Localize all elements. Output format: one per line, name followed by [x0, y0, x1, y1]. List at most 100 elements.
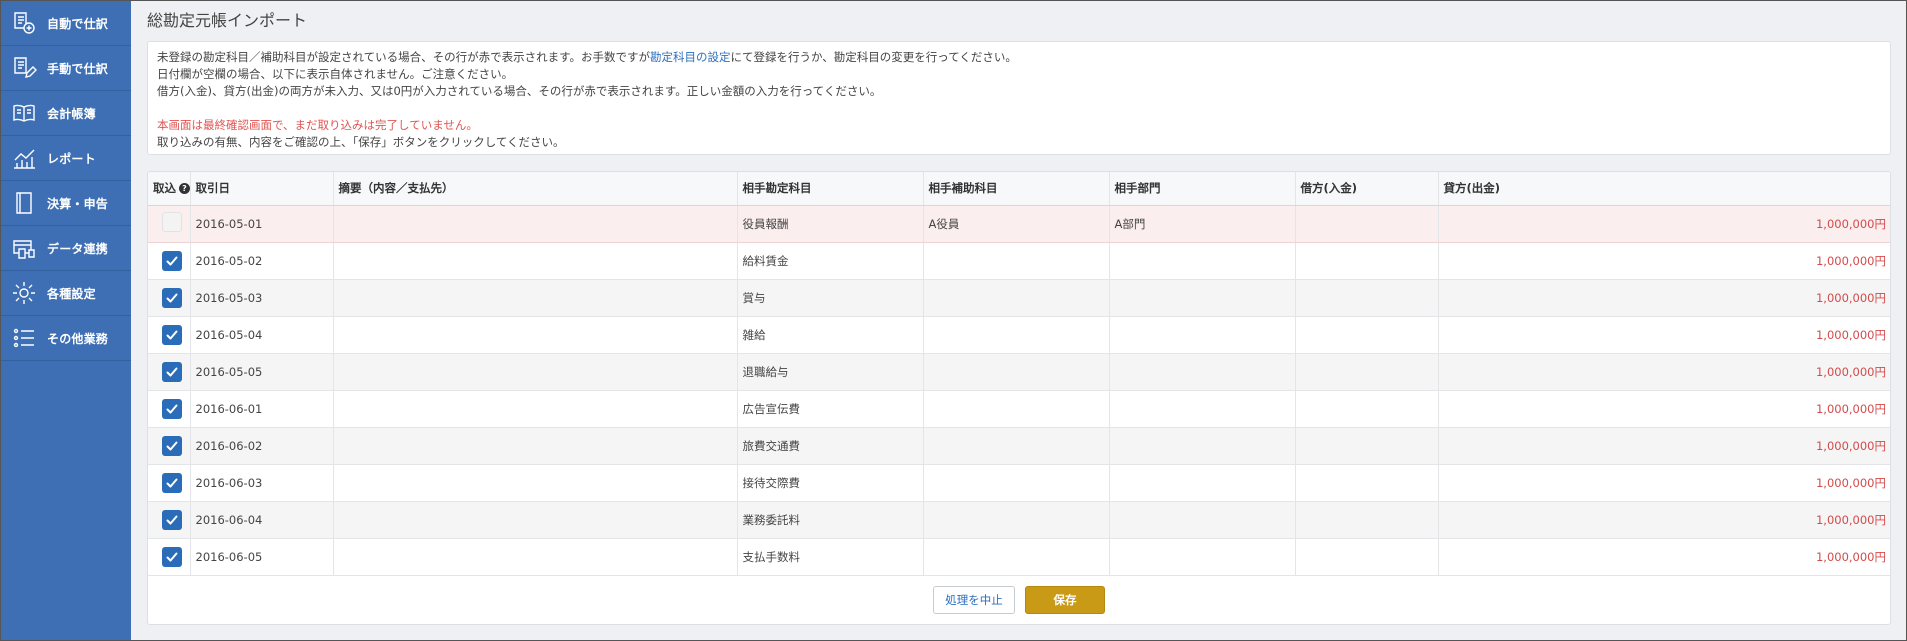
header-subaccount: 相手補助科目	[923, 172, 1110, 206]
cell-subaccount	[923, 464, 1110, 502]
cell-credit: 1,000,000円	[1438, 353, 1890, 391]
header-date: 取引日	[190, 172, 334, 206]
import-table: 取込? 取引日 摘要（内容／支払先） 相手勘定科目 相手補助科目 相手部門 借方…	[148, 172, 1890, 576]
sidebar-item-settlement[interactable]: 決算・申告	[1, 181, 131, 226]
cell-account: 雑給	[737, 316, 924, 354]
cell-debit	[1295, 205, 1439, 243]
sidebar-item-auto-journal[interactable]: 自動で仕訳	[1, 1, 131, 46]
import-checkbox[interactable]	[162, 287, 182, 308]
cell-date: 2016-05-05	[190, 353, 334, 391]
table-row: 2016-05-01 役員報酬 A役員 A部門 1,000,000円	[148, 205, 1890, 243]
cell-credit: 1,000,000円	[1438, 390, 1890, 428]
cell-account: 旅費交通費	[737, 427, 924, 465]
cell-department	[1109, 279, 1296, 317]
check-icon	[166, 515, 178, 524]
import-checkbox[interactable]	[162, 398, 182, 419]
help-icon[interactable]: ?	[179, 183, 190, 195]
import-checkbox[interactable]	[162, 212, 182, 232]
import-checkbox[interactable]	[162, 361, 182, 382]
cell-summary	[333, 464, 738, 502]
cell-debit	[1295, 316, 1439, 354]
cell-summary	[333, 279, 738, 317]
cell-department	[1109, 538, 1296, 576]
sidebar-item-manual-journal[interactable]: 手動で仕訳	[1, 46, 131, 91]
document-icon	[16, 192, 32, 214]
cell-date: 2016-06-04	[190, 501, 334, 539]
table-row: 2016-06-02 旅費交通費 1,000,000円	[148, 427, 1890, 465]
sidebar-item-report[interactable]: レポート	[1, 136, 131, 181]
import-checkbox[interactable]	[162, 435, 182, 456]
import-checkbox[interactable]	[162, 250, 182, 271]
import-table-panel: 取込? 取引日 摘要（内容／支払先） 相手勘定科目 相手補助科目 相手部門 借方…	[147, 171, 1891, 625]
cell-account: 給料賃金	[737, 242, 924, 280]
cell-date: 2016-05-04	[190, 316, 334, 354]
notice-text: 未登録の勘定科目／補助科目が設定されている場合、その行が赤で表示されます。お手数…	[157, 50, 650, 64]
cell-subaccount	[923, 427, 1110, 465]
sidebar-item-settings[interactable]: 各種設定	[1, 271, 131, 316]
cell-credit: 1,000,000円	[1438, 279, 1890, 317]
header-debit: 借方(入金)	[1295, 172, 1439, 206]
cell-credit: 1,000,000円	[1438, 538, 1890, 576]
cell-account: 広告宣伝費	[737, 390, 924, 428]
check-icon	[166, 552, 178, 561]
table-row: 2016-05-05 退職給与 1,000,000円	[148, 353, 1890, 391]
auto-journal-icon	[14, 12, 35, 34]
table-row: 2016-06-05 支払手数料 1,000,000円	[148, 538, 1890, 576]
header-credit: 貸方(出金)	[1438, 172, 1890, 206]
cell-debit	[1295, 279, 1439, 317]
import-checkbox[interactable]	[162, 546, 182, 567]
cell-subaccount	[923, 501, 1110, 539]
cell-summary	[333, 353, 738, 391]
chart-icon	[14, 149, 35, 169]
import-checkbox[interactable]	[162, 472, 182, 493]
cell-date: 2016-06-02	[190, 427, 334, 465]
import-checkbox[interactable]	[162, 509, 182, 530]
sidebar-item-label: データ連携	[47, 241, 109, 256]
sidebar-item-other[interactable]: その他業務	[1, 316, 131, 361]
cell-account: 賞与	[737, 279, 924, 317]
check-icon	[166, 256, 178, 265]
cell-credit: 1,000,000円	[1438, 501, 1890, 539]
import-cell	[148, 353, 191, 391]
cell-department	[1109, 501, 1296, 539]
cancel-button[interactable]: 処理を中止	[933, 586, 1015, 614]
sidebar: 自動で仕訳 手動で仕訳 会計帳簿 レポート 決算・申告 データ連携 各種設定 そ…	[1, 1, 131, 640]
cell-department	[1109, 390, 1296, 428]
cell-summary	[333, 390, 738, 428]
cell-subaccount	[923, 353, 1110, 391]
sidebar-item-label: 決算・申告	[47, 196, 109, 211]
sidebar-item-label: その他業務	[47, 331, 109, 346]
sidebar-item-label: 会計帳簿	[47, 106, 96, 121]
cell-summary	[333, 538, 738, 576]
form-actions: 処理を中止 保存	[148, 576, 1890, 624]
cell-subaccount	[923, 242, 1110, 280]
cell-account: 支払手数料	[737, 538, 924, 576]
cell-credit: 1,000,000円	[1438, 242, 1890, 280]
sidebar-item-data-link[interactable]: データ連携	[1, 226, 131, 271]
cell-subaccount	[923, 390, 1110, 428]
check-icon	[166, 367, 178, 376]
cell-department	[1109, 427, 1296, 465]
notice-warning: 本画面は最終確認画面で、まだ取り込みは完了していません。	[157, 118, 478, 132]
account-settings-link[interactable]: 勘定科目の設定	[650, 50, 731, 64]
table-row: 2016-05-03 賞与 1,000,000円	[148, 279, 1890, 317]
table-row: 2016-06-04 業務委託料 1,000,000円	[148, 501, 1890, 539]
notice-instruction: 取り込みの有無、内容をご確認の上、「保存」ボタンをクリックしてください。	[157, 135, 565, 149]
cell-date: 2016-05-03	[190, 279, 334, 317]
notice-line-2: 日付欄が空欄の場合、以下に表示自体されません。ご注意ください。	[157, 67, 514, 81]
cell-summary	[333, 427, 738, 465]
cell-date: 2016-05-02	[190, 242, 334, 280]
table-row: 2016-05-02 給料賃金 1,000,000円	[148, 242, 1890, 280]
check-icon	[166, 404, 178, 413]
table-row: 2016-06-01 広告宣伝費 1,000,000円	[148, 390, 1890, 428]
import-checkbox[interactable]	[162, 324, 182, 345]
page-title: 総勘定元帳インポート	[147, 11, 308, 30]
sidebar-item-books[interactable]: 会計帳簿	[1, 91, 131, 136]
cell-debit	[1295, 501, 1439, 539]
import-cell	[148, 538, 191, 576]
main-content: 総勘定元帳インポート 未登録の勘定科目／補助科目が設定されている場合、その行が赤…	[131, 1, 1906, 640]
cell-debit	[1295, 538, 1439, 576]
list-icon	[13, 328, 34, 348]
save-button[interactable]: 保存	[1025, 586, 1105, 614]
cell-subaccount	[923, 279, 1110, 317]
